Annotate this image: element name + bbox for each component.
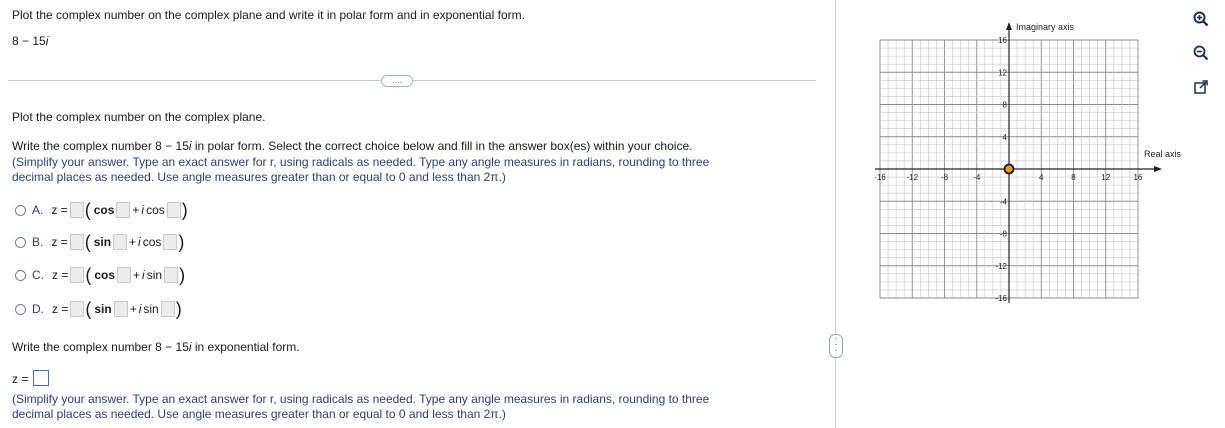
x-tick-label: 12 [1101,173,1110,182]
angle-input-2[interactable] [164,267,179,283]
x-tick-label: 4 [1039,173,1044,182]
x-tick-label: -16 [874,173,886,182]
radio-c[interactable] [15,269,26,281]
imaginary-axis-label: Imaginary axis [1016,22,1075,32]
r-input[interactable] [69,234,84,250]
splitter-handle[interactable]: · · · [829,334,843,358]
exponential-answer-input[interactable] [33,370,49,386]
part2-hint-2: decimal places as needed. Use angle meas… [12,170,506,184]
real-axis-label: Real axis [1144,149,1182,159]
open-paren: ( [85,265,92,285]
complex-plane-graph[interactable]: -16 -12 -8 -4 4 8 12 16 16 12 8 4 -4 -8 -12 -16 Real ax… [865,20,1185,310]
radio-a[interactable] [15,204,26,216]
func-1: cos [93,203,115,217]
open-paren: ( [84,232,91,252]
choice-letter: B. [32,235,44,249]
plotted-point[interactable] [1003,163,1015,175]
r-input[interactable] [70,267,85,283]
imag-unit: i [142,268,145,282]
choice-b[interactable]: B. z = ( sin + i cos ) [15,232,185,252]
y-tick-label: 8 [1003,101,1008,110]
real-axis-arrow [1154,166,1162,172]
choice-letter: C. [32,268,44,282]
choice-letter: A. [32,203,44,217]
r-input[interactable] [70,301,85,317]
func-1: cos [94,268,116,282]
more-button[interactable]: .... [381,75,413,87]
choice-z: z = [52,268,69,282]
plus-sign: + [133,268,141,282]
x-tick-label: 8 [1071,173,1076,182]
x-tick-label: -12 [906,173,918,182]
complex-number: 8 − 15i [12,34,49,48]
part2-instruction: Write the complex number 8 − 15i in pola… [12,139,693,153]
zoom-in-icon[interactable] [1190,8,1212,30]
panel-splitter[interactable] [835,0,836,428]
angle-input-2[interactable] [160,301,175,317]
zoom-out-icon[interactable] [1190,42,1212,64]
radio-d[interactable] [15,303,26,315]
x-tick-label: 16 [1134,173,1143,182]
r-input[interactable] [69,202,84,218]
func-1: sin [93,235,112,249]
imag-unit: i [138,302,142,316]
open-paren: ( [84,200,91,220]
func-1: sin [94,302,112,316]
part3-instruction: Write the complex number 8 − 15i in expo… [12,340,300,354]
choice-letter: D. [32,302,44,316]
question-prompt: Plot the complex number on the complex p… [12,8,525,22]
x-tick-label: -4 [973,173,981,182]
part3-hint-2: decimal places as needed. Use angle meas… [12,407,506,421]
part1-instruction: Plot the complex number on the complex p… [12,110,266,124]
exp-z-label: z = [12,372,29,386]
imag-unit: i [141,203,145,217]
imaginary-axis-arrow [1006,22,1012,30]
choice-z: z = [51,203,68,217]
part3-hint-1: (Simplify your answer. Type an exact ans… [12,392,710,406]
close-paren: ) [175,299,182,319]
popout-icon[interactable] [1190,76,1212,98]
x-tick-label: -8 [941,173,949,182]
y-tick-label: 12 [998,68,1007,77]
choice-c[interactable]: C. z = ( cos + i sin ) [15,265,186,285]
open-paren: ( [85,299,92,319]
imag-unit: i [138,235,141,249]
plus-sign: + [132,203,140,217]
y-tick-label: 16 [998,36,1007,45]
angle-input-1[interactable] [117,267,132,283]
func-2: cos [142,235,162,249]
close-paren: ) [178,232,185,252]
radio-b[interactable] [15,236,26,248]
func-2: cos [146,203,165,217]
angle-input-1[interactable] [116,202,131,218]
y-tick-label: -12 [995,262,1007,271]
choice-z: z = [52,302,69,316]
y-tick-label: 4 [1003,133,1008,142]
y-tick-label: -8 [1000,230,1008,239]
angle-input-1[interactable] [113,234,128,250]
func-2: sin [146,268,163,282]
plus-sign: + [129,302,137,316]
plus-sign: + [129,235,137,249]
choice-z: z = [51,235,68,249]
y-tick-label: -4 [1000,197,1008,206]
angle-input-1[interactable] [113,301,128,317]
func-2: sin [143,302,159,316]
choice-a[interactable]: A. z = ( cos + i cos ) [15,200,189,220]
part2-hint-1: (Simplify your answer. Type an exact ans… [12,155,710,169]
angle-input-2[interactable] [166,202,181,218]
y-tick-label: -16 [995,294,1007,303]
close-paren: ) [179,265,186,285]
angle-input-2[interactable] [163,234,178,250]
close-paren: ) [181,200,188,220]
choice-d[interactable]: D. z = ( sin + i sin ) [15,299,183,319]
